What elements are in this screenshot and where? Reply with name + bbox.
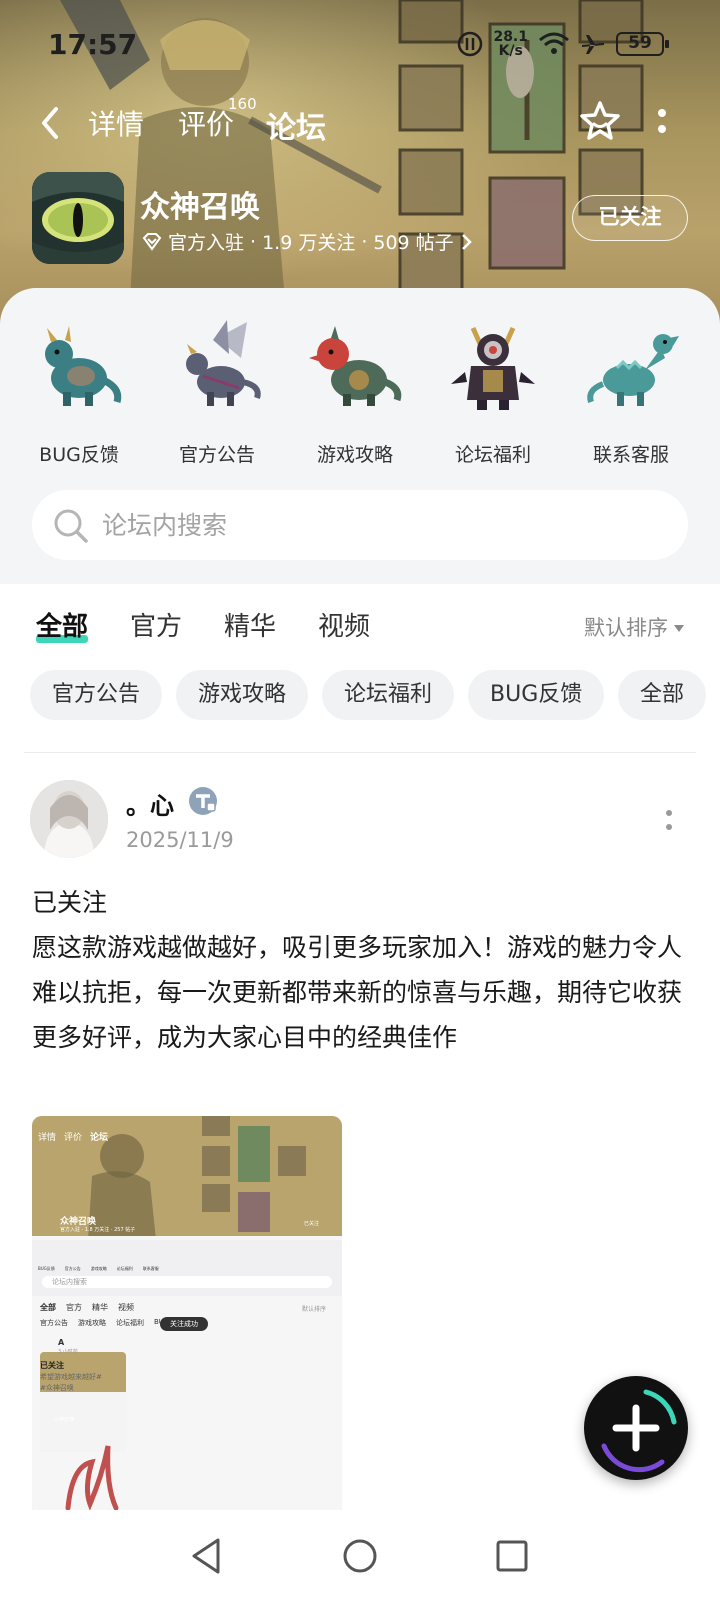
armored-knight-icon <box>451 326 535 410</box>
status-icons: 28.1 K/s 59 <box>457 30 669 58</box>
meta-posts: 509 帖子 <box>373 232 454 254</box>
thumb-follow: 已关注 <box>304 1221 320 1227</box>
thumb-cats: BUG反馈 官方公告 游戏攻略 论坛福利 联系客服 <box>38 1266 159 1271</box>
more-vertical-icon[interactable] <box>656 107 668 139</box>
category-panel: BUG反馈 官方公告 游戏攻略 论坛福利 联系客服 <box>0 288 720 584</box>
category-label: BUG反馈 <box>39 444 119 466</box>
app-name: 众神召唤 <box>140 190 260 225</box>
thumb-nested-app-name: 众神召唤 <box>54 1417 75 1423</box>
airplane-icon <box>582 35 604 54</box>
post-author[interactable]: 。心 <box>126 786 174 821</box>
thumb-app-meta: 官方入驻 · 1.8 万关注 · 257 帖子 <box>60 1227 136 1233</box>
review-count-badge: 160 <box>228 95 257 113</box>
nav-back-icon[interactable] <box>188 1536 228 1576</box>
red-dragon-icon <box>309 326 402 406</box>
divider <box>24 752 696 753</box>
feed-tab-videos[interactable]: 视频 <box>318 606 370 643</box>
search-input[interactable] <box>102 504 662 546</box>
thumb-search: 论坛内搜索 <box>52 1278 87 1286</box>
feed-tab-official[interactable]: 官方 <box>130 606 182 643</box>
nav-home-icon[interactable] <box>340 1536 380 1576</box>
category-support[interactable]: 联系客服 <box>566 318 696 467</box>
chevron-right-icon <box>461 233 472 250</box>
system-nav-bar <box>0 1510 720 1598</box>
chip-bug-report[interactable]: BUG反馈 <box>468 670 605 720</box>
plus-icon <box>601 1389 677 1473</box>
winged-dragon-icon <box>186 320 261 406</box>
forum-search-bar[interactable] <box>32 490 688 560</box>
feed-tabs: 全部 官方 精华 视频 默认排序 <box>0 600 720 660</box>
post-date: 2025/11/9 <box>126 828 234 852</box>
feed-tab-featured[interactable]: 精华 <box>224 606 276 643</box>
meta-separator: · <box>361 230 368 253</box>
meta-official: 官方入驻 <box>168 232 245 254</box>
search-icon <box>54 509 88 543</box>
chip-benefits[interactable]: 论坛福利 <box>322 670 455 720</box>
status-bar: 17:57 28.1 K/s 59 <box>0 26 720 66</box>
post-more-icon[interactable] <box>664 808 674 832</box>
hero-banner: 17:57 28.1 K/s 59 详情 评价 160 论坛 众神召唤 官方入驻… <box>0 0 720 330</box>
chip-announcements[interactable]: 官方公告 <box>30 670 163 720</box>
feed-tab-all[interactable]: 全部 <box>36 606 89 643</box>
category-announcements[interactable]: 官方公告 <box>152 318 282 467</box>
topic-chips: 官方公告 游戏攻略 论坛福利 BUG反馈 全部 <box>30 670 720 722</box>
nav-recents-icon[interactable] <box>492 1536 532 1576</box>
create-post-button[interactable] <box>584 1376 688 1480</box>
verified-heart-icon <box>142 232 162 251</box>
tab-details[interactable]: 详情 <box>88 103 144 143</box>
aqua-dragon-icon <box>587 334 679 406</box>
thumb-toast: 关注成功 <box>160 1317 208 1331</box>
top-nav: 详情 评价 160 论坛 <box>0 95 720 151</box>
wifi-icon <box>539 32 569 54</box>
post-text: 愿这款游戏越做越好，吸引更多玩家加入！游戏的魅力令人难以抗拒，每一次更新都带来新… <box>32 933 683 1052</box>
post-content[interactable]: 已关注 愿这款游戏越做越好，吸引更多玩家加入！游戏的魅力令人难以抗拒，每一次更新… <box>32 880 682 1060</box>
tab-reviews[interactable]: 评价 <box>178 103 234 143</box>
category-guides[interactable]: 游戏攻略 <box>290 318 420 467</box>
category-label: 官方公告 <box>178 444 255 466</box>
post-line-followed: 已关注 <box>32 888 108 917</box>
net-speed-unit: K/s <box>498 43 523 59</box>
thumb-post-line3: #众神召唤 <box>40 1384 74 1392</box>
back-arrow-icon[interactable] <box>36 103 66 143</box>
net-speed-value: 28.1 <box>493 29 528 45</box>
thumb-chips: 官方公告游戏攻略论坛福利BUG <box>40 1318 169 1327</box>
thumb-nav: 详情 评价 论坛 <box>38 1133 109 1143</box>
meta-followers: 1.9 万关注 <box>262 232 356 254</box>
sort-label: 默认排序 <box>584 616 668 640</box>
thumb-tabs: 全部 官方 精华 视频 <box>40 1303 134 1312</box>
thumb-post-time: 3 小时前 <box>58 1349 78 1355</box>
meta-separator: · <box>250 230 257 253</box>
thumb-post-line1: 已关注 <box>40 1361 64 1370</box>
follow-button[interactable]: 已关注 <box>572 195 688 241</box>
data-icon <box>458 31 483 57</box>
thumb-sort: 默认排序 <box>302 1306 327 1313</box>
sort-dropdown[interactable]: 默认排序 <box>584 612 684 642</box>
app-meta[interactable]: 官方入驻 · 1.9 万关注 · 509 帖子 <box>142 228 472 255</box>
post-image[interactable]: 详情 评价 论坛 众神召唤 官方入驻 · 1.8 万关注 · 257 帖子 已关注 … <box>32 1116 342 1518</box>
net-speed: 28.1 K/s <box>493 30 528 58</box>
thumb-post-line2: 希望游戏越来越好# <box>40 1373 102 1381</box>
battery-indicator: 59 <box>616 32 669 56</box>
app-icon <box>32 172 124 264</box>
avatar[interactable] <box>30 780 108 858</box>
user-level-icon <box>189 787 217 815</box>
favorite-star-icon[interactable] <box>578 99 622 143</box>
caret-down-icon <box>674 625 684 632</box>
category-label: 论坛福利 <box>454 444 531 466</box>
tab-forum[interactable]: 论坛 <box>266 103 326 147</box>
teal-dragon-icon <box>45 326 122 406</box>
status-time: 17:57 <box>48 28 138 61</box>
thumb-post-author: A <box>58 1338 65 1347</box>
chip-guides[interactable]: 游戏攻略 <box>176 670 309 720</box>
category-benefits[interactable]: 论坛福利 <box>428 318 558 467</box>
chip-all[interactable]: 全部 <box>618 670 707 720</box>
category-label: 游戏攻略 <box>316 444 393 466</box>
category-label: 联系客服 <box>592 444 669 466</box>
category-bug-report[interactable]: BUG反馈 <box>14 318 144 467</box>
